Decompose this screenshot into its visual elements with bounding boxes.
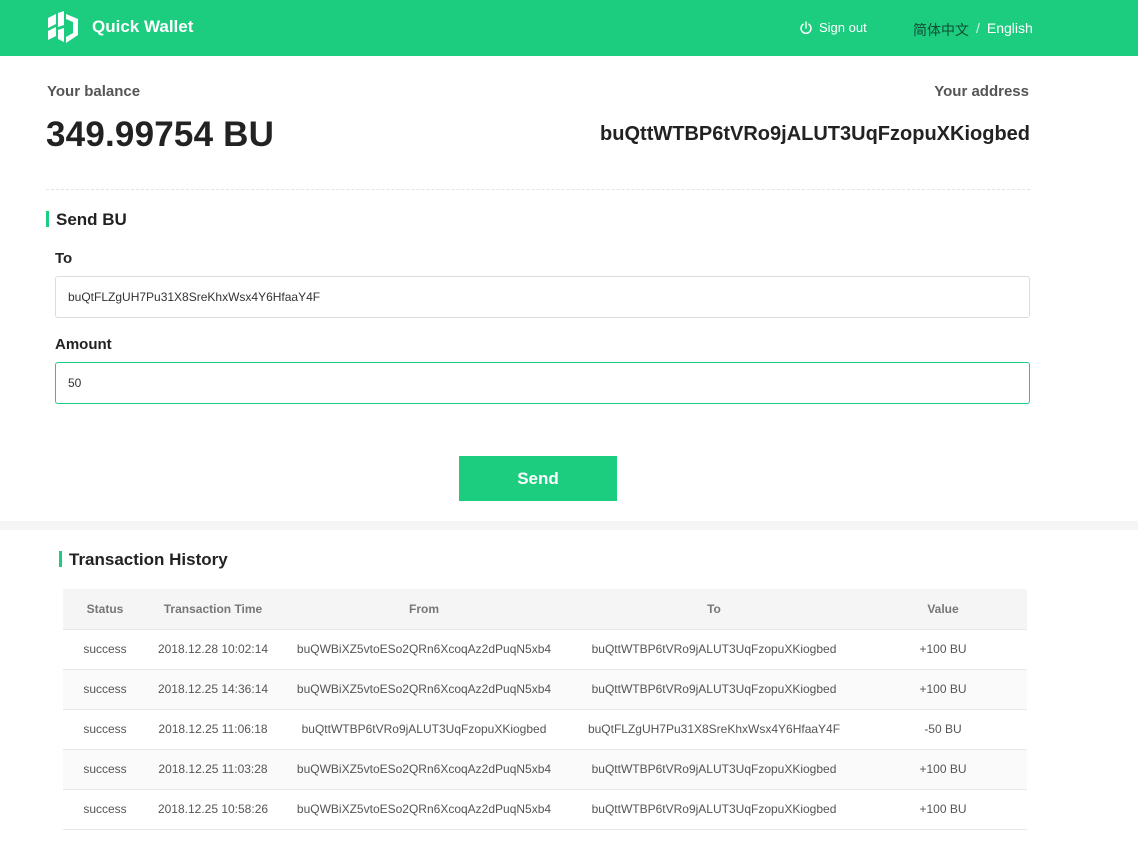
history-section-title: Transaction History [59, 550, 228, 570]
balance-value: 349.99754 BU [46, 115, 275, 154]
address-label: Your address [934, 83, 1029, 100]
cell-to: buQttWTBP6tVRo9jALUT3UqFzopuXKiogbed [569, 669, 859, 710]
cell-to: buQttWTBP6tVRo9jALUT3UqFzopuXKiogbed [569, 789, 859, 830]
lang-chinese-link[interactable]: 简体中文 [913, 20, 969, 40]
send-button[interactable]: Send [459, 456, 617, 501]
column-header-status: Status [86, 601, 124, 616]
cell-to: buQttWTBP6tVRo9jALUT3UqFzopuXKiogbed [569, 749, 859, 790]
language-switcher: 简体中文 / English [913, 20, 1033, 40]
address-value: buQttWTBP6tVRo9jALUT3UqFzopuXKiogbed [600, 123, 1030, 145]
cell-time: 2018.12.25 11:03:28 [147, 749, 279, 790]
lang-separator: / [976, 20, 980, 36]
table-row: success 2018.12.25 11:06:18 buQttWTBP6tV… [63, 709, 1027, 750]
send-section-title: Send BU [46, 210, 127, 230]
cell-value: +100 BU [859, 669, 1027, 710]
cell-from: buQttWTBP6tVRo9jALUT3UqFzopuXKiogbed [279, 709, 569, 750]
top-bar: Quick Wallet Sign out 简体中文 / English [0, 0, 1138, 56]
table-row: success 2018.12.25 11:03:28 buQWBiXZ5vto… [63, 749, 1027, 790]
balance-label: Your balance [47, 83, 141, 100]
cell-value: -50 BU [859, 709, 1027, 750]
transaction-table: Status Transaction Time From To Value su… [63, 589, 1027, 830]
cell-status: success [63, 789, 147, 830]
wallet-logo-icon[interactable] [48, 11, 78, 43]
column-header-value: Value [927, 601, 959, 616]
amount-label: Amount [55, 336, 112, 353]
cell-status: success [63, 669, 147, 710]
to-label: To [55, 250, 73, 267]
cell-time: 2018.12.25 10:58:26 [147, 789, 279, 830]
table-row: success 2018.12.28 10:02:14 buQWBiXZ5vto… [63, 629, 1027, 670]
sign-out-label: Sign out [819, 20, 867, 35]
cell-status: success [63, 749, 147, 790]
cell-to: buQtFLZgUH7Pu31X8SreKhxWsx4Y6HfaaY4F [569, 709, 859, 750]
lang-english-link[interactable]: English [987, 20, 1033, 40]
table-row: success 2018.12.25 10:58:26 buQWBiXZ5vto… [63, 789, 1027, 830]
cell-from: buQWBiXZ5vtoESo2QRn6XcoqAz2dPuqN5xb4 [279, 669, 569, 710]
cell-value: +100 BU [859, 629, 1027, 670]
column-header-time: Transaction Time [163, 601, 263, 616]
column-header-from: From [409, 601, 439, 616]
cell-from: buQWBiXZ5vtoESo2QRn6XcoqAz2dPuqN5xb4 [279, 749, 569, 790]
section-separator [0, 521, 1138, 530]
sign-out-button[interactable]: Sign out [799, 20, 867, 35]
cell-status: success [63, 709, 147, 750]
table-row: success 2018.12.25 14:36:14 buQWBiXZ5vto… [63, 669, 1027, 710]
to-address-input[interactable] [55, 276, 1030, 318]
cell-time: 2018.12.25 14:36:14 [147, 669, 279, 710]
cell-status: success [63, 629, 147, 670]
cell-from: buQWBiXZ5vtoESo2QRn6XcoqAz2dPuqN5xb4 [279, 629, 569, 670]
amount-input[interactable] [55, 362, 1030, 404]
cell-time: 2018.12.25 11:06:18 [147, 709, 279, 750]
cell-time: 2018.12.28 10:02:14 [147, 629, 279, 670]
cell-from: buQWBiXZ5vtoESo2QRn6XcoqAz2dPuqN5xb4 [279, 789, 569, 830]
power-icon [800, 20, 812, 34]
divider [46, 189, 1030, 190]
table-header-row: Status Transaction Time From To Value [63, 589, 1027, 629]
cell-to: buQttWTBP6tVRo9jALUT3UqFzopuXKiogbed [569, 629, 859, 670]
cell-value: +100 BU [859, 749, 1027, 790]
column-header-to: To [707, 601, 721, 616]
cell-value: +100 BU [859, 789, 1027, 830]
brand-name[interactable]: Quick Wallet [92, 17, 193, 37]
